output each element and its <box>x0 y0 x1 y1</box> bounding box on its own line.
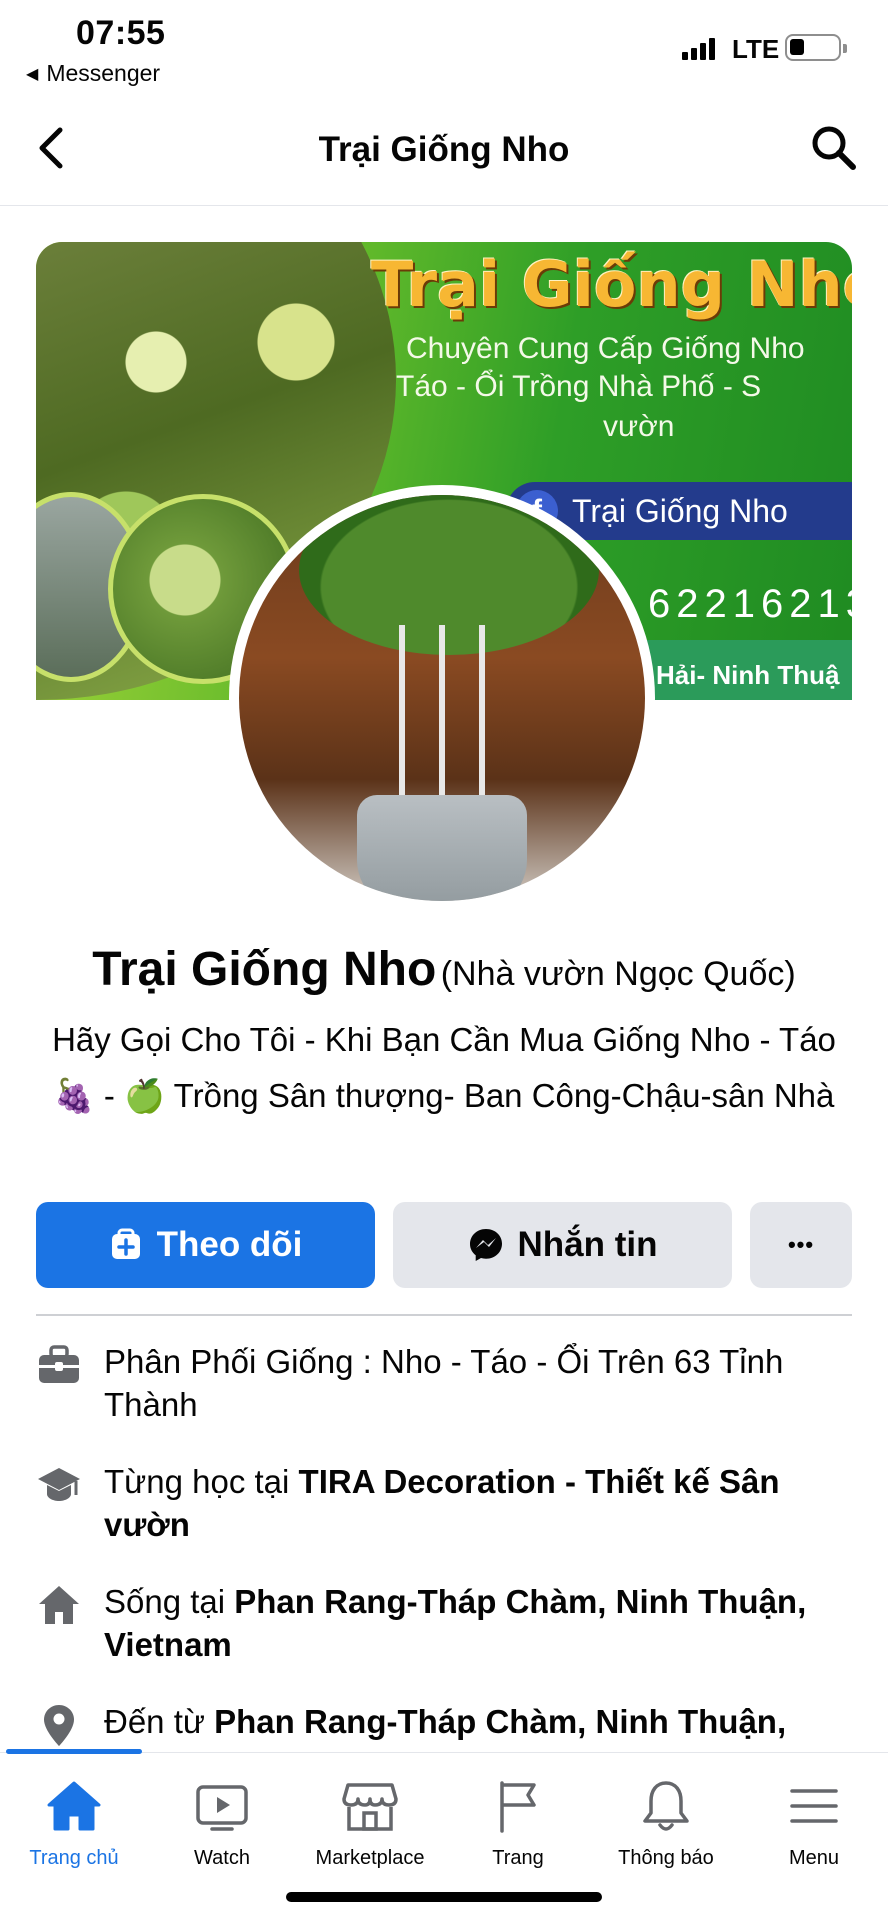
search-icon[interactable] <box>808 122 858 172</box>
marketplace-icon <box>342 1783 398 1831</box>
home-indicator[interactable] <box>286 1892 602 1902</box>
follow-label: Theo dõi <box>156 1225 303 1264</box>
cover-subtitle: vườn <box>603 410 675 443</box>
message-label: Nhắn tin <box>517 1225 658 1264</box>
tab-home-label: Trang chủ <box>29 1847 119 1869</box>
tab-menu[interactable]: Menu <box>740 1777 888 1870</box>
watch-icon <box>196 1785 248 1831</box>
cellular-signal-icon <box>682 36 715 60</box>
avatar-leaves <box>299 495 599 655</box>
cover-title: Trại Giống Nho <box>371 248 852 321</box>
tab-menu-label: Menu <box>788 1847 840 1869</box>
status-bar: 07:55 ◀ Messenger LTE <box>0 0 888 92</box>
info-education-prefix: Từng học tại <box>104 1463 299 1500</box>
section-divider <box>36 1314 852 1316</box>
profile-name-text: Trại Giống Nho <box>92 943 437 996</box>
back-to-messenger[interactable]: ◀ Messenger <box>26 60 160 87</box>
tab-notifications-label: Thông báo <box>618 1847 714 1869</box>
status-time: 07:55 <box>76 14 166 52</box>
follow-button[interactable]: Theo dõi <box>36 1202 375 1288</box>
tab-watch[interactable]: Watch <box>148 1777 296 1870</box>
battery-icon <box>785 34 847 61</box>
tab-pages[interactable]: Trang <box>444 1777 592 1870</box>
profile-bio: Hãy Gọi Cho Tôi - Khi Bạn Cần Mua Giống … <box>52 1021 836 1114</box>
back-triangle-icon: ◀ <box>26 65 39 83</box>
more-options-button[interactable]: ••• <box>750 1202 852 1288</box>
cover-subtitle: Táo - Ổi Trồng Nhà Phố - S <box>396 370 762 403</box>
follow-plus-icon <box>111 1228 140 1259</box>
home-tab-icon <box>47 1781 101 1831</box>
cover-subtitle: Chuyên Cung Cấp Giống Nho <box>406 332 805 365</box>
message-button[interactable]: Nhắn tin <box>393 1202 732 1288</box>
profile-alternate-name: (Nhà vườn Ngọc Quốc) <box>440 955 796 993</box>
avatar-pot <box>357 795 527 901</box>
profile-actions: Theo dõi Nhắn tin ••• <box>36 1202 852 1288</box>
cover-phone: 62216213 <box>648 582 852 626</box>
more-dots-icon: ••• <box>787 1232 815 1257</box>
navigation-bar: Trại Giống Nho <box>0 92 888 206</box>
bell-icon <box>643 1781 689 1831</box>
tab-marketplace[interactable]: Marketplace <box>296 1777 444 1870</box>
tab-watch-label: Watch <box>194 1847 250 1869</box>
cover-place: Hải- Ninh Thuậ <box>656 660 840 690</box>
info-work-text: Phân Phối Giống : Nho - Táo - Ổi Trên 63… <box>104 1343 784 1423</box>
home-icon <box>39 1586 79 1624</box>
page-title: Trại Giống Nho <box>318 130 570 169</box>
location-pin-icon <box>44 1705 74 1746</box>
flag-icon <box>500 1781 536 1833</box>
briefcase-icon <box>39 1345 79 1383</box>
tab-home[interactable]: Trang chủ <box>0 1777 148 1870</box>
info-from-place[interactable]: Phan Rang-Tháp Chàm, Ninh Thuận, <box>214 1703 786 1740</box>
profile-name: Trại Giống Nho (Nhà vườn Ngọc Quốc) <box>0 942 888 997</box>
tab-marketplace-label: Marketplace <box>315 1847 425 1869</box>
tab-pages-label: Trang <box>492 1847 544 1869</box>
cover-fb-label: Trại Giống Nho <box>572 492 788 529</box>
info-from-prefix: Đến từ <box>104 1703 215 1740</box>
back-app-label: Messenger <box>46 60 161 86</box>
profile-avatar[interactable] <box>229 485 655 911</box>
avatar-photo <box>239 495 645 901</box>
tab-notifications[interactable]: Thông báo <box>592 1777 740 1870</box>
menu-icon <box>790 1789 838 1823</box>
graduation-cap-icon <box>38 1468 80 1501</box>
network-type: LTE <box>732 34 780 64</box>
messenger-icon <box>469 1229 502 1261</box>
active-tab-indicator <box>6 1749 142 1754</box>
info-lives-prefix: Sống tại <box>104 1583 235 1620</box>
